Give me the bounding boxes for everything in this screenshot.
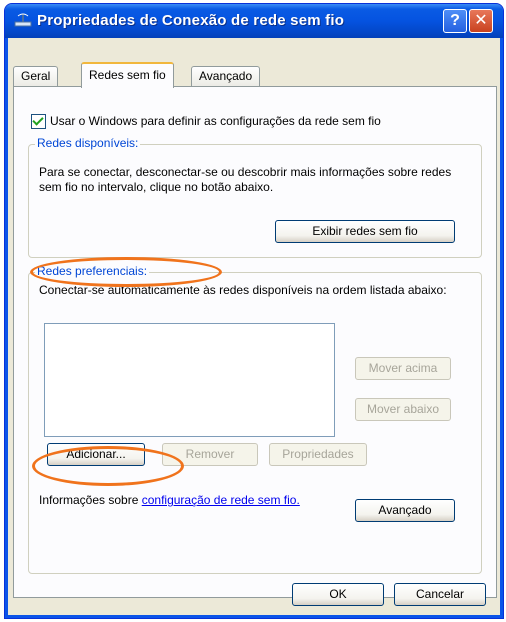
tab-geral[interactable]: Geral (13, 66, 59, 86)
available-networks-title: Redes disponíveis: (35, 136, 141, 150)
add-button[interactable]: Adicionar... (47, 443, 145, 466)
wireless-network-icon (14, 13, 32, 27)
wireless-config-link[interactable]: configuração de rede sem fio. (142, 493, 300, 507)
help-button[interactable]: ? (443, 9, 467, 33)
use-windows-label[interactable]: Usar o Windows para definir as configura… (50, 114, 381, 128)
preferred-networks-description: Conectar-se automaticamente às redes dis… (39, 283, 447, 297)
window-title: Propriedades de Conexão de rede sem fio (37, 12, 345, 29)
tab-avancado[interactable]: Avançado (191, 66, 261, 86)
advanced-button[interactable]: Avançado (355, 499, 455, 522)
view-wireless-networks-button[interactable]: Exibir redes sem fio (275, 220, 455, 243)
preferred-networks-list[interactable] (44, 323, 335, 437)
ok-button[interactable]: OK (292, 583, 384, 606)
tab-panel: Usar o Windows para definir as configura… (13, 86, 497, 598)
info-prefix: Informações sobre (39, 493, 142, 507)
use-windows-checkbox[interactable] (31, 114, 46, 129)
properties-button[interactable]: Propriedades (269, 443, 367, 466)
preferred-networks-title: Redes preferenciais: (35, 264, 150, 278)
available-networks-group: Redes disponíveis: Para se conectar, des… (28, 136, 482, 258)
move-up-button[interactable]: Mover acima (355, 357, 451, 380)
cancel-button[interactable]: Cancelar (394, 583, 486, 606)
remove-button[interactable]: Remover (162, 443, 258, 466)
tab-redes-sem-fio[interactable]: Redes sem fio (81, 62, 174, 88)
preferred-networks-group: Redes preferenciais: Conectar-se automat… (28, 264, 482, 574)
title-bar[interactable]: Propriedades de Conexão de rede sem fio … (5, 4, 503, 38)
close-button[interactable]: ✕ (469, 9, 493, 33)
move-down-button[interactable]: Mover abaixo (355, 398, 451, 421)
info-text: Informações sobre configuração de rede s… (39, 493, 339, 508)
dialog-window: Propriedades de Conexão de rede sem fio … (4, 3, 504, 619)
available-networks-description: Para se conectar, desconectar-se ou desc… (39, 165, 452, 194)
